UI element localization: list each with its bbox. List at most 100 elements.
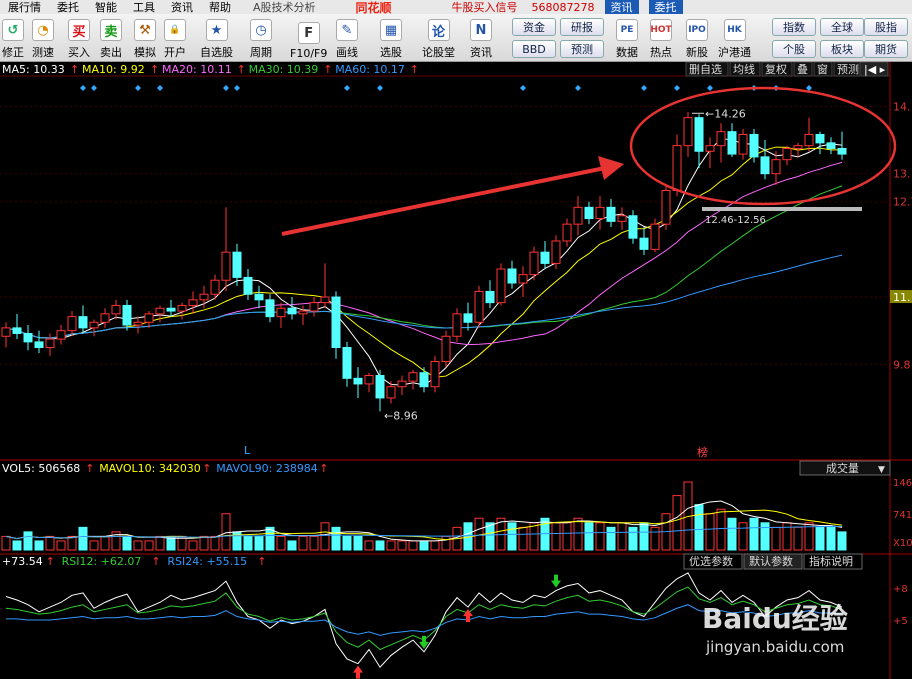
candle [89, 319, 99, 337]
volume-bar [100, 535, 110, 551]
window-title: A股技术分析 [253, 1, 316, 14]
toolbar-button-4[interactable]: ⚒ 模拟 [134, 16, 156, 60]
toolbar-icon-15: IPO [686, 19, 708, 41]
diamond-marker [707, 85, 713, 91]
toolbar-button-0[interactable]: ↺ 修正 [2, 16, 24, 60]
news-button[interactable]: 资讯 [604, 0, 639, 14]
candle [133, 316, 143, 334]
quick-button-5[interactable]: 全球 [820, 18, 864, 36]
volume-bar [331, 526, 341, 551]
toolbar-button-5[interactable]: 🔒 开户 [164, 16, 186, 60]
quick-button-6[interactable]: 股指 [864, 18, 908, 36]
diamond-marker [520, 85, 526, 91]
candle-body [221, 251, 231, 281]
candle [419, 367, 429, 393]
candle [496, 263, 506, 306]
toolbar-icon-5: 🔒 [164, 19, 186, 41]
panel-nav-icon: |◀ ▸ [864, 63, 886, 76]
candle [12, 313, 22, 340]
candle [540, 240, 550, 269]
volume-bar [287, 540, 297, 551]
price-tick-1: 13. [893, 168, 911, 181]
toolbar-icon-7: ◷ [250, 19, 272, 41]
volume-bar [342, 535, 352, 551]
candle-body [386, 386, 396, 399]
diamond-marker [80, 85, 86, 91]
candle-body [56, 330, 66, 340]
toolbar-label-14: 热点 [650, 46, 672, 59]
candle [562, 218, 572, 247]
rsi-tick-1: +5 [893, 616, 908, 627]
quick-button-2[interactable]: BBD [512, 40, 556, 58]
ma-lines [5, 137, 843, 386]
candle-body [738, 133, 748, 155]
candle-body [628, 215, 638, 239]
ad-link[interactable]: 牛股买入信号 [452, 0, 518, 14]
candle [815, 131, 825, 155]
highlight-arrow [281, 166, 606, 236]
kline-chart[interactable]: MA5: 10.33 ↑ MA10: 9.92 ↑ MA20: 10.11 ↑ MA30: … [0, 62, 912, 679]
quick-button-3[interactable]: 预测 [560, 40, 604, 58]
trade-button[interactable]: 委托 [648, 0, 683, 14]
quick-button-4[interactable]: 指数 [772, 18, 816, 36]
menu-item-3[interactable]: 工具 [125, 0, 163, 14]
toolbar-button-9[interactable]: ✎ 画线 [336, 16, 358, 60]
toolbar-label-9: 画线 [336, 46, 358, 59]
toolbar-button-16[interactable]: HK 沪港通 [718, 16, 751, 60]
candle-body [815, 133, 825, 144]
vol-label-1: MAVOL10: 342030 [99, 462, 201, 475]
quick-button-7[interactable]: 个股 [772, 40, 816, 58]
toolbar-icon-1: ◔ [32, 19, 54, 41]
candle [705, 137, 715, 169]
menu-item-2[interactable]: 智能 [87, 0, 125, 14]
toolbar-label-0: 修正 [2, 46, 24, 59]
candle-body [100, 313, 110, 323]
candle [738, 128, 748, 160]
candle [23, 325, 33, 351]
menu-item-5[interactable]: 帮助 [201, 0, 239, 14]
candle-body [122, 304, 132, 326]
menu-item-1[interactable]: 委托 [49, 0, 87, 14]
candle-body [78, 316, 88, 329]
volume-bar [408, 540, 418, 551]
quick-button-1[interactable]: 研报 [560, 18, 604, 36]
candle-body [331, 296, 341, 348]
quick-button-9[interactable]: 期货 [864, 40, 908, 58]
volume-bar [738, 522, 748, 551]
toolbar-button-15[interactable]: IPO 新股 [686, 16, 708, 60]
toolbar-button-12[interactable]: N 资讯 [470, 16, 492, 60]
candle [56, 325, 66, 345]
candle-body [716, 131, 726, 147]
price-tick-2: 12.7 [893, 196, 912, 209]
candle-body [232, 251, 242, 278]
toolbar-button-8[interactable]: F F10/F9 [290, 16, 327, 60]
toolbar-button-11[interactable]: 论论股堂 [422, 16, 455, 60]
menu-item-0[interactable]: 展行情 [0, 0, 49, 14]
candle [45, 333, 55, 356]
volume-bar [562, 522, 572, 551]
diamond-marker [641, 85, 647, 91]
toolbar-button-6[interactable]: ★ 自选股 [200, 16, 233, 60]
toolbar-button-2[interactable]: 买买入 [68, 16, 90, 60]
quick-button-8[interactable]: 板块 [820, 40, 864, 58]
toolbar-button-10[interactable]: ▦ 选股 [380, 16, 402, 60]
chevron-down-icon: ▼ [878, 465, 885, 475]
candle [485, 280, 495, 309]
quick-button-0[interactable]: 资金 [512, 18, 556, 36]
candle [804, 117, 814, 152]
price-tabs[interactable]: 删自选 均线 复权叠窗预测 |◀ ▸ [685, 62, 889, 77]
volume-bar [419, 540, 429, 551]
candle [166, 299, 176, 317]
menu-item-4[interactable]: 资讯 [163, 0, 201, 14]
toolbar-button-13[interactable]: PE 数据 [616, 16, 638, 60]
volume-bar [309, 535, 319, 551]
candle [760, 140, 770, 180]
toolbar-button-1[interactable]: ◔ 测速 [32, 16, 54, 60]
candle-body [199, 293, 209, 301]
candle-body [45, 338, 55, 348]
vol-up-arrow-0: ↑ [85, 462, 94, 475]
volume-bar [23, 531, 33, 551]
toolbar-button-14[interactable]: HOT 热点 [650, 16, 672, 60]
toolbar-button-7[interactable]: ◷ 周期 [250, 16, 272, 60]
toolbar-button-3[interactable]: 卖卖出 [100, 16, 122, 60]
